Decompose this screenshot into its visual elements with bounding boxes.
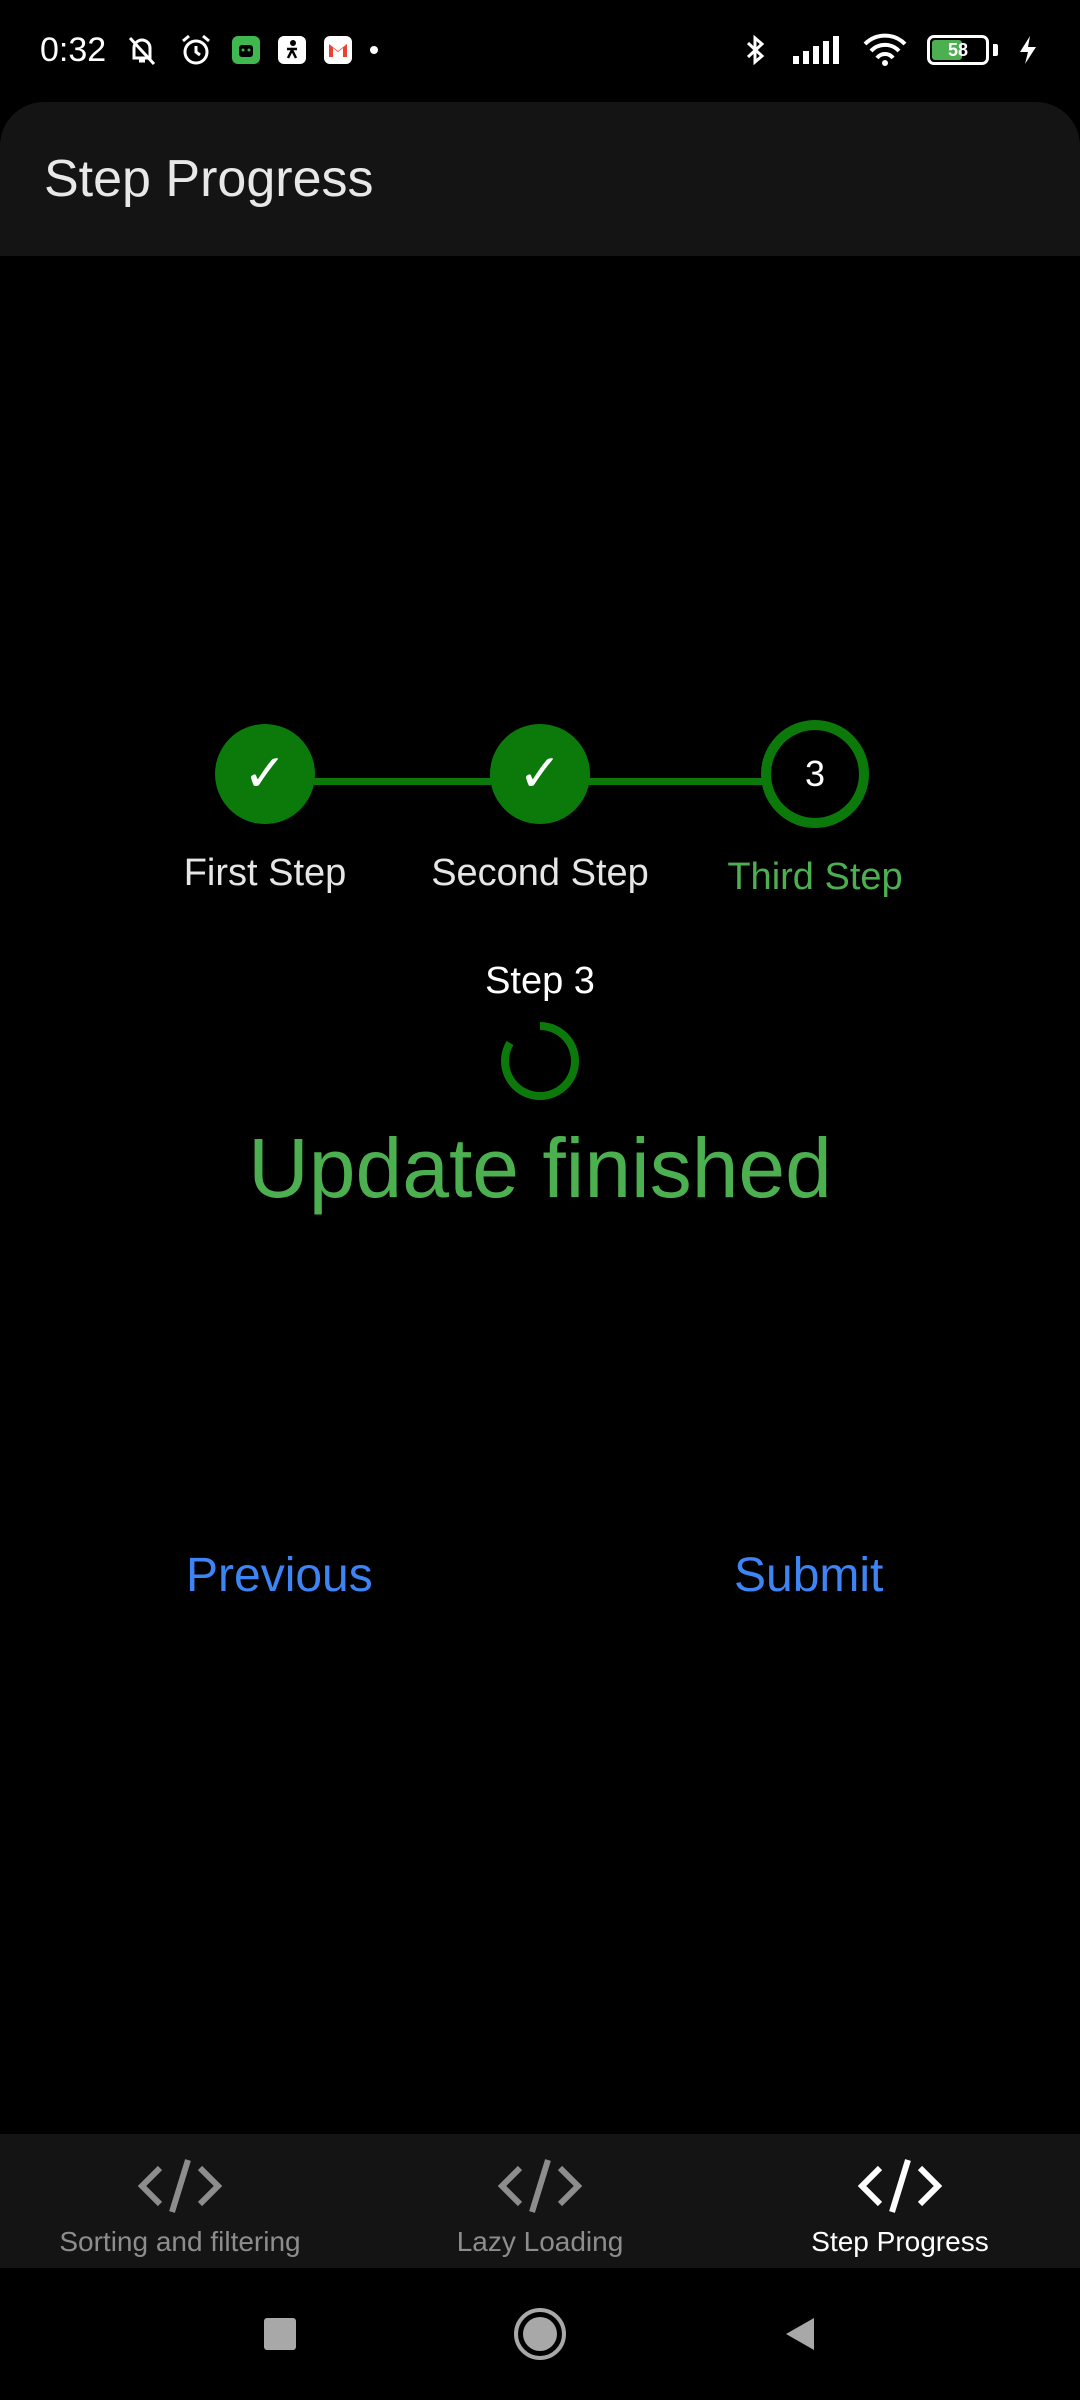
- status-message: Update finished: [248, 1121, 832, 1215]
- step-complete-check-icon: ✓: [215, 724, 315, 824]
- code-icon: [857, 2159, 943, 2213]
- step-item-second: ✓ Second Step: [410, 724, 670, 895]
- step-item-first: ✓ First Step: [135, 724, 395, 895]
- step-label: Second Step: [431, 852, 649, 894]
- bottom-navigation: Sorting and filtering Lazy Loading Step …: [0, 2134, 1080, 2268]
- page-title: Step Progress: [44, 150, 374, 208]
- signal-icon: [791, 32, 843, 68]
- battery-level: 58: [947, 39, 969, 60]
- status-bar-right: 58: [737, 32, 1040, 68]
- bluetooth-icon: [737, 32, 773, 68]
- nav-label: Lazy Loading: [456, 2226, 624, 2257]
- figure-app-icon: [278, 36, 307, 64]
- alarm-icon: [178, 32, 214, 68]
- step-number-marker: 3: [761, 720, 869, 828]
- step-item-third: 3 Third Step: [685, 720, 945, 899]
- home-circle-icon[interactable]: [510, 2304, 570, 2364]
- back-triangle-icon[interactable]: [770, 2304, 830, 2364]
- battery-icon: 58: [927, 35, 989, 65]
- top-app-bar: Step Progress: [0, 102, 1080, 256]
- wifi-icon: [861, 32, 909, 68]
- screen: 0:32 58 Step Progress ✓ First Step ✓ Sec…: [0, 0, 1080, 2400]
- status-bar: 0:32 58: [0, 0, 1080, 100]
- loading-spinner-icon: [501, 1022, 579, 1100]
- code-icon: [137, 2159, 223, 2213]
- code-icon: [497, 2159, 583, 2213]
- submit-button[interactable]: Submit: [734, 1548, 883, 1603]
- status-time: 0:32: [40, 30, 107, 69]
- bell-muted-icon: [124, 32, 160, 68]
- nav-item-step-progress[interactable]: Step Progress: [720, 2134, 1080, 2268]
- nav-item-sorting-and-filtering[interactable]: Sorting and filtering: [0, 2134, 360, 2268]
- dot-icon: [370, 46, 379, 54]
- charging-icon: [1016, 32, 1040, 68]
- nav-label: Step Progress: [811, 2226, 989, 2257]
- nav-label: Sorting and filtering: [59, 2226, 301, 2257]
- status-bar-left: 0:32: [40, 30, 379, 70]
- step-label: First Step: [183, 852, 347, 894]
- step-caption: Step 3: [485, 960, 595, 1002]
- system-navigation-bar: [0, 2268, 1080, 2400]
- step-complete-check-icon: ✓: [490, 724, 590, 824]
- step-label: Third Step: [727, 856, 903, 898]
- previous-button[interactable]: Previous: [186, 1548, 373, 1603]
- recents-square-icon[interactable]: [250, 2304, 310, 2364]
- gmail-icon: [324, 36, 353, 64]
- nav-item-lazy-loading[interactable]: Lazy Loading: [360, 2134, 720, 2268]
- battery-tip: [993, 44, 998, 56]
- android-app-icon: [232, 36, 261, 64]
